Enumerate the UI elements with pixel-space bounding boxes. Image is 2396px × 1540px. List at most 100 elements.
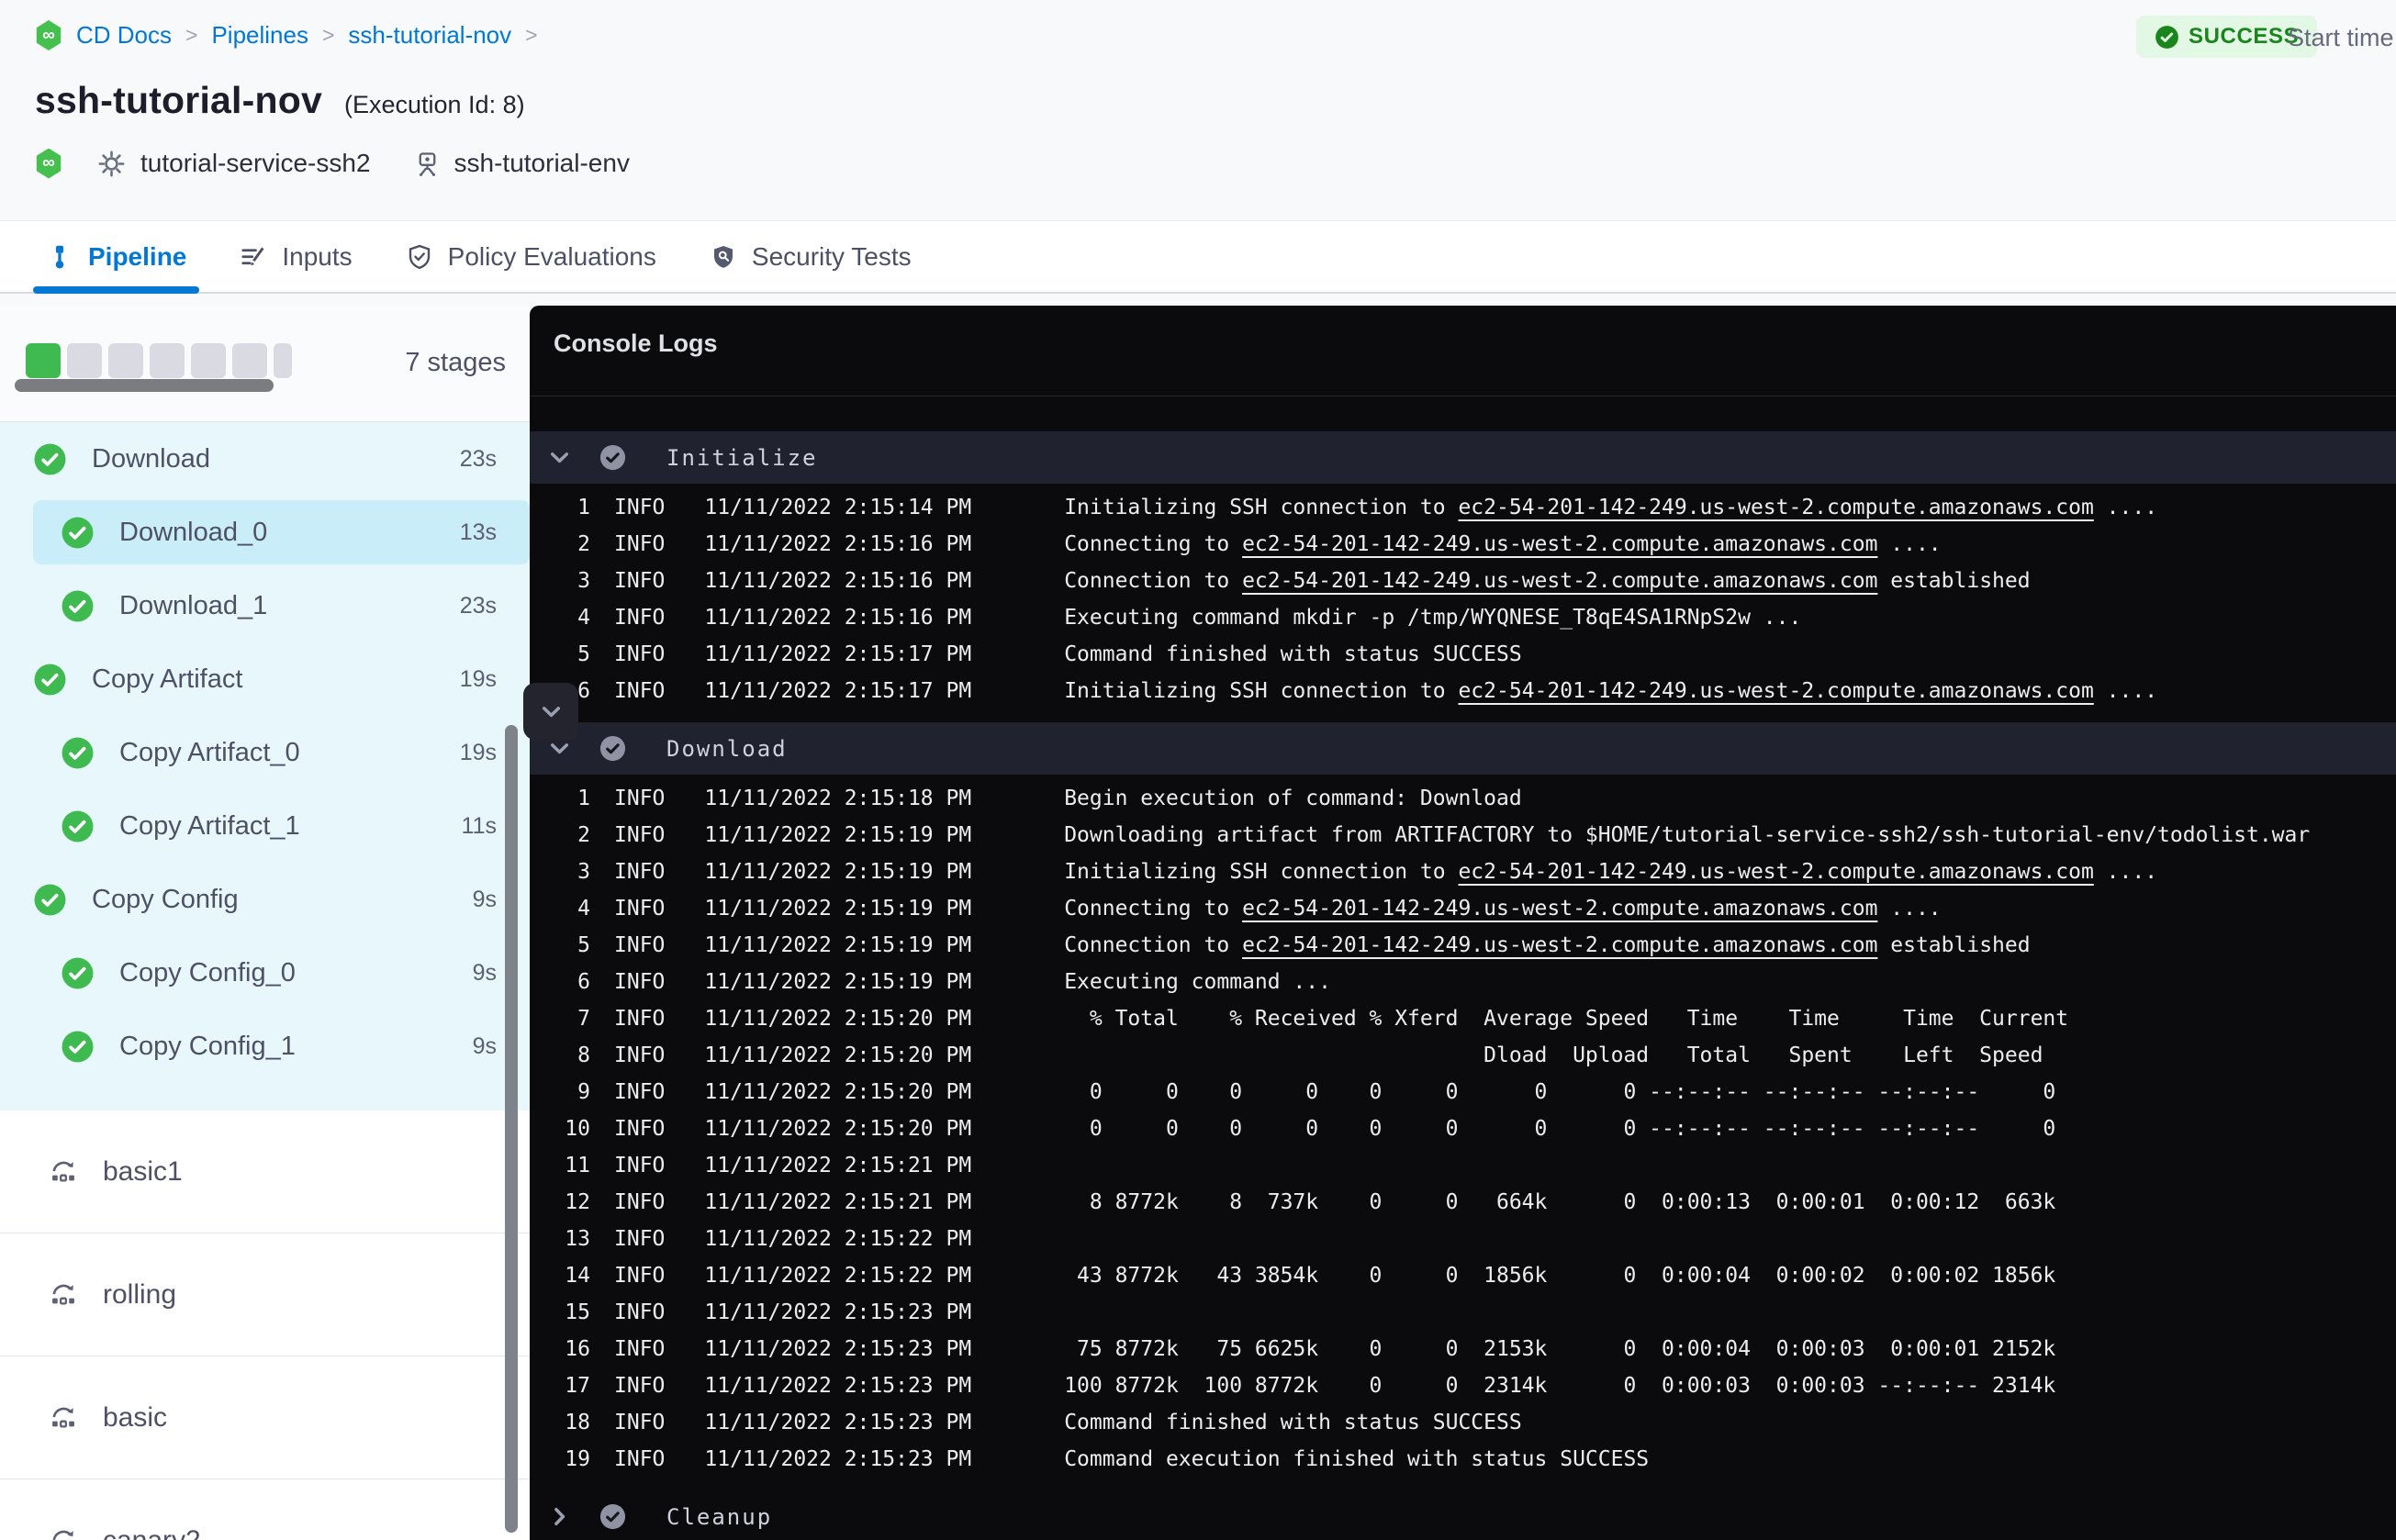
log-message: Executing command ...	[1064, 970, 1331, 994]
log-text: 100 8772k 100 8772k 0 0 2314k 0 0:00:03 …	[1064, 1374, 2056, 1398]
stage-duration: 9s	[472, 1032, 497, 1059]
stage-row[interactable]: Copy Artifact_0 19s	[0, 716, 530, 789]
pipeline-icon	[46, 243, 73, 271]
log-timestamp: 11/11/2022 2:15:17 PM	[704, 642, 972, 666]
log-timestamp: 11/11/2022 2:15:22 PM	[704, 1227, 972, 1251]
log-line-number: 1	[577, 787, 590, 810]
log-level: INFO	[614, 1264, 666, 1288]
log-host-link[interactable]: ec2-54-201-142-249.us-west-2.compute.ama…	[1242, 569, 1877, 593]
log-host-link[interactable]: ec2-54-201-142-249.us-west-2.compute.ama…	[1242, 897, 1877, 921]
sidebar-item-basic1[interactable]: basic1	[0, 1110, 530, 1233]
log-host-link[interactable]: ec2-54-201-142-249.us-west-2.compute.ama…	[1242, 933, 1877, 957]
selected-stage-highlight	[33, 500, 530, 564]
environment-name[interactable]: ssh-tutorial-env	[454, 149, 630, 178]
log-host-link[interactable]: ec2-54-201-142-249.us-west-2.compute.ama…	[1458, 679, 2093, 703]
stage-row[interactable]: Download 23s	[0, 422, 530, 496]
breadcrumb-link[interactable]: Pipelines	[211, 21, 308, 50]
sidebar-item-canary2[interactable]: canary2	[0, 1479, 530, 1540]
stage-row[interactable]: Copy Config_0 9s	[0, 936, 530, 1010]
log-message: Connecting to ec2-54-201-142-249.us-west…	[1064, 897, 1941, 921]
log-level: INFO	[614, 1080, 666, 1104]
tab-security-tests[interactable]: Security Tests	[710, 221, 912, 292]
log-message: Initializing SSH connection to ec2-54-20…	[1064, 860, 2157, 884]
harness-cd-icon: ∞	[36, 148, 62, 179]
log-timestamp: 11/11/2022 2:15:19 PM	[704, 933, 972, 957]
section-check-icon	[599, 1502, 627, 1531]
stage-row[interactable]: Download_1 23s	[0, 569, 530, 642]
breadcrumb-link[interactable]: CD Docs	[76, 21, 172, 50]
stage-name: Download_0	[119, 517, 268, 547]
log-line: 4 INFO 11/11/2022 2:15:19 PM Connecting to …	[530, 890, 2396, 927]
stage-graph-horizontal-scrollbar[interactable]	[15, 379, 274, 392]
log-line-number: 12	[565, 1190, 590, 1214]
stage-row[interactable]: Copy Config_1 9s	[0, 1010, 530, 1083]
sidebar-item-rolling[interactable]: rolling	[0, 1233, 530, 1356]
stage-progress-square	[67, 343, 102, 378]
sidebar-vertical-scrollbar[interactable]	[505, 725, 518, 1533]
log-line: 12 INFO 11/11/2022 2:15:21 PM 8 8772k 8 73…	[530, 1184, 2396, 1221]
stage-progress-square	[26, 343, 61, 378]
log-text: Begin execution of command: Download	[1064, 787, 1522, 810]
section-check-icon	[599, 443, 627, 472]
sidebar-item-basic[interactable]: basic	[0, 1356, 530, 1479]
sidebar-item-label: rolling	[103, 1278, 177, 1310]
log-line: 6 INFO 11/11/2022 2:15:19 PM Executing comm…	[530, 964, 2396, 1000]
stage-row[interactable]: Copy Artifact_1 11s	[0, 789, 530, 863]
console-section-initialize: Initialize 1 INFO 11/11/2022 2:15:14 PM Init…	[530, 431, 2396, 715]
tab-policy-evaluations[interactable]: Policy Evaluations	[406, 221, 656, 292]
log-text: 0 0 0 0 0 0 0 0 --:--:-- --:--:-- --:--:…	[1064, 1080, 2056, 1104]
log-text: Initializing SSH connection to	[1064, 679, 1459, 703]
log-line: 2 INFO 11/11/2022 2:15:16 PM Connecting to …	[530, 526, 2396, 563]
gear-icon	[97, 150, 126, 178]
log-line: 7 INFO 11/11/2022 2:15:20 PM % Total % Rec…	[530, 1000, 2396, 1037]
log-host-link[interactable]: ec2-54-201-142-249.us-west-2.compute.ama…	[1458, 860, 2093, 884]
tab-label: Pipeline	[88, 241, 187, 271]
log-level: INFO	[614, 679, 666, 703]
log-line: 1 INFO 11/11/2022 2:15:14 PM Initializing S…	[530, 489, 2396, 526]
stage-duration: 19s	[459, 739, 497, 765]
log-lines: 1 INFO 11/11/2022 2:15:18 PM Begin executio…	[530, 775, 2396, 1483]
log-line: 19 INFO 11/11/2022 2:15:23 PM Command execu…	[530, 1441, 2396, 1478]
log-text: Initializing SSH connection to	[1064, 496, 1459, 519]
tab-pipeline[interactable]: Pipeline	[32, 221, 200, 294]
sidebar-item-label: canary2	[103, 1524, 201, 1540]
log-line-number: 6	[577, 970, 590, 994]
log-host-link[interactable]: ec2-54-201-142-249.us-west-2.compute.ama…	[1458, 496, 2093, 519]
log-timestamp: 11/11/2022 2:15:19 PM	[704, 970, 972, 994]
sidebar-item-label: basic	[103, 1401, 168, 1433]
stage-row[interactable]: Copy Config 9s	[0, 863, 530, 936]
log-timestamp: 11/11/2022 2:15:17 PM	[704, 679, 972, 703]
console-section-header[interactable]: Cleanup	[530, 1490, 2396, 1540]
log-level: INFO	[614, 933, 666, 957]
console-scroll-button[interactable]	[523, 683, 578, 740]
log-text: Dload Upload Total Spent Left Speed	[1064, 1043, 2043, 1067]
console-section-cleanup: Cleanup	[530, 1490, 2396, 1540]
stage-duration: 13s	[459, 519, 497, 545]
log-line-number: 17	[565, 1374, 590, 1398]
log-level: INFO	[614, 1190, 666, 1214]
service-name[interactable]: tutorial-service-ssh2	[140, 149, 371, 178]
log-text: Connecting to	[1064, 897, 1243, 921]
section-check-icon	[599, 734, 627, 763]
tab-label: Inputs	[282, 241, 353, 271]
log-line: 5 INFO 11/11/2022 2:15:19 PM Connection to …	[530, 927, 2396, 964]
breadcrumb-link[interactable]: ssh-tutorial-nov	[348, 21, 511, 50]
log-message: Dload Upload Total Spent Left Speed	[1064, 1043, 2043, 1067]
console-section-header[interactable]: Download	[530, 722, 2396, 775]
stage-row[interactable]: Copy Artifact 19s	[0, 642, 530, 716]
log-message: % Total % Received % Xferd Average Speed…	[1064, 1007, 2068, 1031]
log-message: Command execution finished with status S…	[1064, 1447, 1649, 1471]
stage-row[interactable]: Download_0 13s	[0, 496, 530, 569]
breadcrumb: ∞ CD Docs > Pipelines > ssh-tutorial-nov >	[35, 20, 538, 50]
page-title: ssh-tutorial-nov	[35, 79, 322, 121]
log-line-number: 2	[577, 823, 590, 847]
console-section-header[interactable]: Initialize	[530, 431, 2396, 484]
log-timestamp: 11/11/2022 2:15:16 PM	[704, 569, 972, 593]
success-check-icon	[61, 1030, 95, 1064]
stage-name: Copy Config	[92, 884, 239, 914]
security-shield-icon	[710, 243, 737, 271]
stage-progress-square	[150, 343, 185, 378]
tab-inputs[interactable]: Inputs	[240, 221, 353, 292]
log-host-link[interactable]: ec2-54-201-142-249.us-west-2.compute.ama…	[1242, 532, 1877, 556]
log-text: Command execution finished with status S…	[1064, 1447, 1650, 1471]
